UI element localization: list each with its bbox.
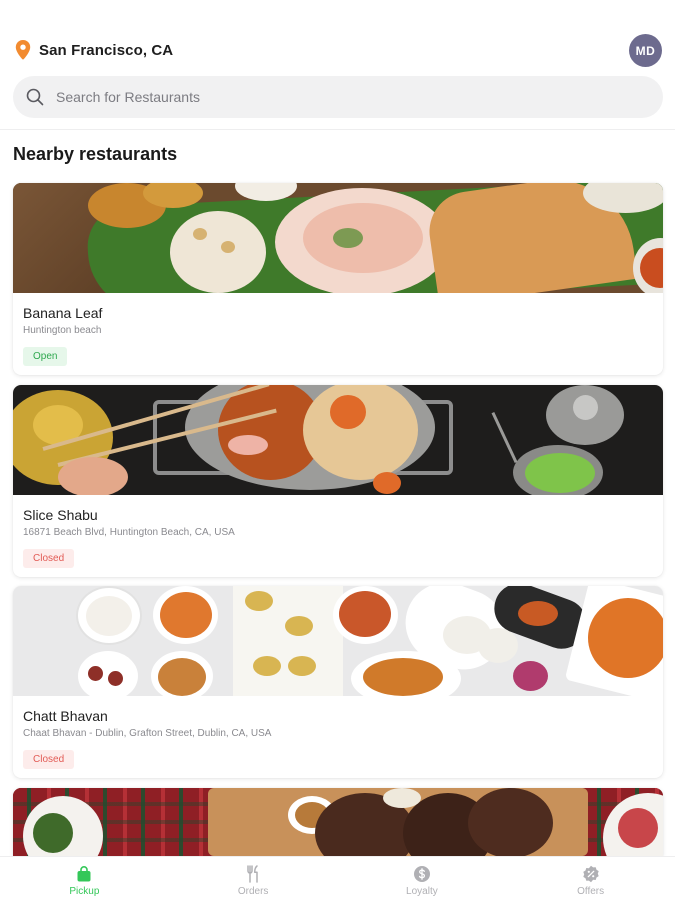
section-title: Nearby restaurants (13, 144, 178, 164)
restaurant-address: 16871 Beach Blvd, Huntington Beach, CA, … (23, 527, 235, 538)
search-icon (26, 88, 44, 106)
restaurant-photo (13, 788, 663, 856)
restaurant-name: Slice Shabu (23, 507, 98, 523)
tab-label: Pickup (69, 886, 100, 897)
status-badge: Closed (23, 549, 75, 568)
restaurant-address: Chaat Bhavan - Dublin, Grafton Street, D… (23, 728, 272, 739)
location-pin-icon (15, 40, 31, 60)
header-divider (0, 129, 675, 130)
tab-pickup[interactable]: Pickup (0, 857, 169, 900)
restaurant-photo (13, 385, 663, 495)
restaurant-photo (13, 586, 663, 696)
status-badge: Closed (23, 750, 75, 769)
discount-badge-icon (582, 865, 599, 883)
status-badge: Open (23, 347, 68, 366)
tab-offers[interactable]: Offers (506, 857, 675, 900)
restaurant-card[interactable] (13, 788, 663, 856)
location-text: San Francisco, CA (39, 41, 174, 59)
restaurant-address: Huntington beach (23, 325, 102, 336)
tab-label: Loyalty (406, 886, 438, 897)
tab-label: Offers (577, 886, 605, 897)
restaurant-card[interactable]: Banana Leaf Huntington beach Open (13, 183, 663, 375)
restaurant-photo (13, 183, 663, 293)
search-bar[interactable] (13, 76, 663, 118)
fork-knife-icon (247, 865, 258, 883)
restaurant-info: Banana Leaf Huntington beach Open (13, 293, 663, 375)
bottom-tab-bar: Pickup Orders Loyalty Offers (0, 856, 675, 900)
dollar-coin-icon (413, 866, 430, 882)
restaurant-card[interactable]: Slice Shabu 16871 Beach Blvd, Huntington… (13, 385, 663, 577)
location-selector[interactable]: San Francisco, CA (15, 38, 173, 62)
restaurant-info: Slice Shabu 16871 Beach Blvd, Huntington… (13, 495, 663, 577)
restaurant-name: Chatt Bhavan (23, 708, 108, 724)
tab-orders[interactable]: Orders (169, 857, 338, 900)
tab-loyalty[interactable]: Loyalty (338, 857, 507, 900)
app-header: San Francisco, CA MD (0, 0, 675, 130)
avatar[interactable]: MD (629, 34, 662, 67)
shopping-bag-icon (77, 866, 91, 882)
restaurant-name: Banana Leaf (23, 305, 103, 321)
tab-label: Orders (237, 886, 269, 897)
restaurant-info: Chatt Bhavan Chaat Bhavan - Dublin, Graf… (13, 696, 663, 778)
search-input[interactable] (56, 89, 616, 105)
restaurant-card[interactable]: Chatt Bhavan Chaat Bhavan - Dublin, Graf… (13, 586, 663, 778)
